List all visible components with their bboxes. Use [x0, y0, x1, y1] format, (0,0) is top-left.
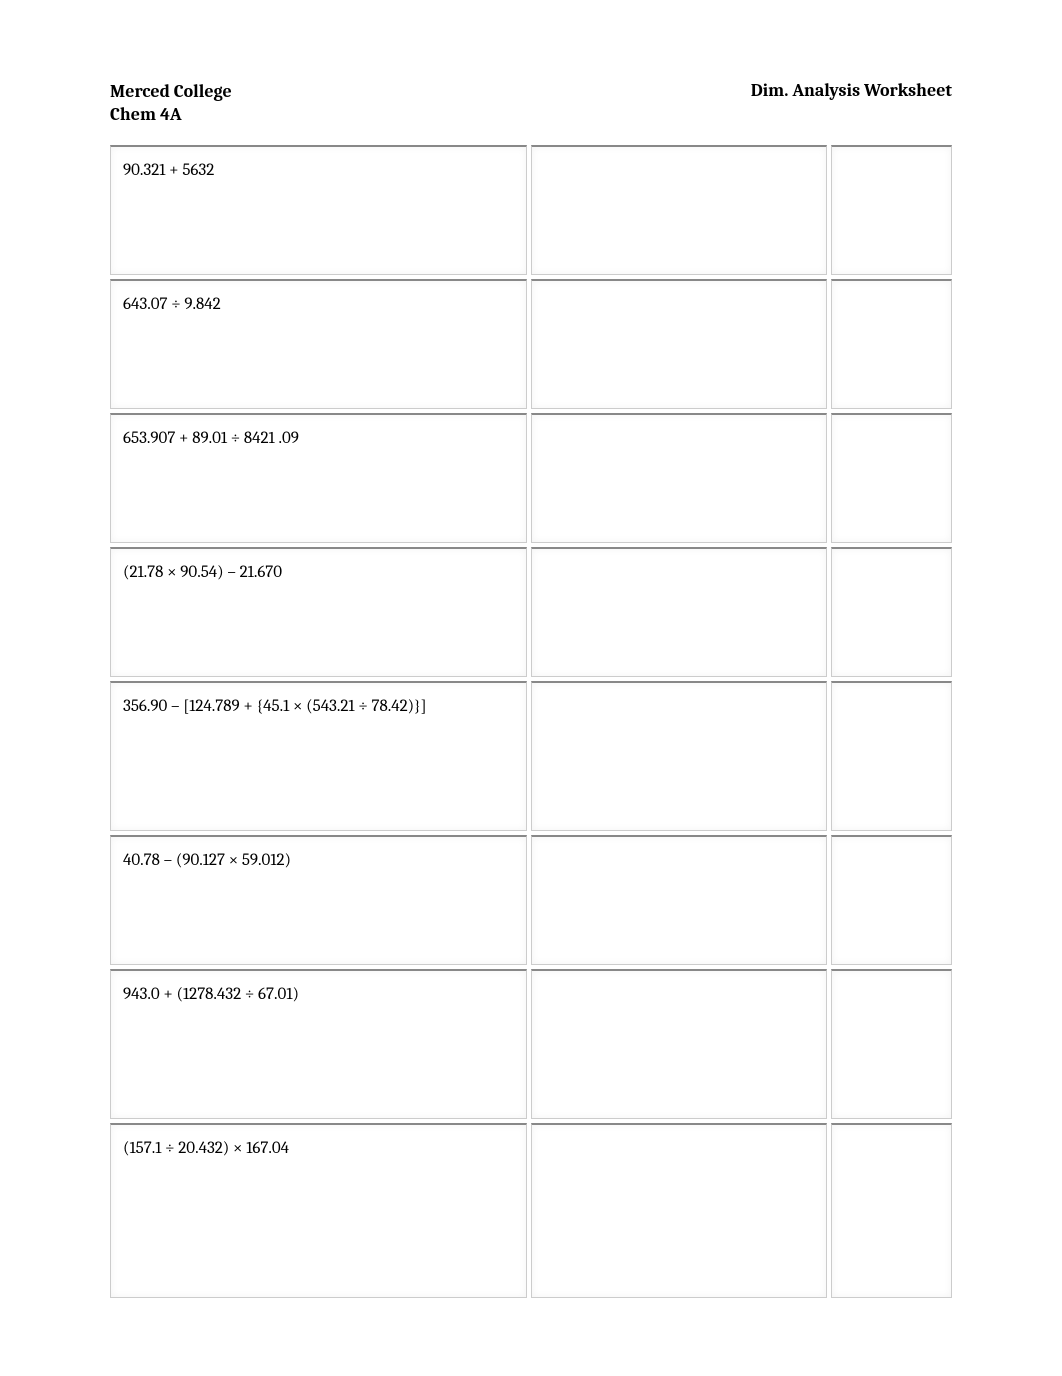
header-left: Merced College Chem 4A [110, 80, 232, 127]
institution-name: Merced College [110, 80, 232, 103]
answer-cell [831, 969, 952, 1119]
answer-cell [831, 547, 952, 677]
problem-cell: (157.1 ÷ 20.432) × 167.04 [110, 1123, 527, 1298]
document-header: Merced College Chem 4A Dim. Analysis Wor… [110, 80, 952, 127]
table-row: 943.0 + (1278.432 ÷ 67.01) [110, 969, 952, 1119]
work-cell [531, 145, 827, 275]
answer-cell [831, 145, 952, 275]
worksheet-table: 90.321 + 5632 643.07 ÷ 9.842 653.907 + 8… [110, 145, 952, 1298]
work-cell [531, 279, 827, 409]
problem-cell: (21.78 × 90.54) – 21.670 [110, 547, 527, 677]
table-row: (157.1 ÷ 20.432) × 167.04 [110, 1123, 952, 1298]
problem-cell: 943.0 + (1278.432 ÷ 67.01) [110, 969, 527, 1119]
answer-cell [831, 1123, 952, 1298]
answer-cell [831, 835, 952, 965]
problem-cell: 643.07 ÷ 9.842 [110, 279, 527, 409]
work-cell [531, 969, 827, 1119]
problem-cell: 356.90 – [124.789 + {45.1 × (543.21 ÷ 78… [110, 681, 527, 831]
table-row: 356.90 – [124.789 + {45.1 × (543.21 ÷ 78… [110, 681, 952, 831]
table-row: 40.78 – (90.127 × 59.012) [110, 835, 952, 965]
course-name: Chem 4A [110, 103, 232, 126]
work-cell [531, 681, 827, 831]
answer-cell [831, 413, 952, 543]
work-cell [531, 547, 827, 677]
answer-cell [831, 681, 952, 831]
problem-cell: 40.78 – (90.127 × 59.012) [110, 835, 527, 965]
problem-cell: 90.321 + 5632 [110, 145, 527, 275]
worksheet-title: Dim. Analysis Worksheet [751, 80, 952, 101]
table-row: 653.907 + 89.01 ÷ 8421 .09 [110, 413, 952, 543]
problem-cell: 653.907 + 89.01 ÷ 8421 .09 [110, 413, 527, 543]
table-row: (21.78 × 90.54) – 21.670 [110, 547, 952, 677]
work-cell [531, 1123, 827, 1298]
work-cell [531, 835, 827, 965]
work-cell [531, 413, 827, 543]
table-row: 90.321 + 5632 [110, 145, 952, 275]
table-row: 643.07 ÷ 9.842 [110, 279, 952, 409]
answer-cell [831, 279, 952, 409]
